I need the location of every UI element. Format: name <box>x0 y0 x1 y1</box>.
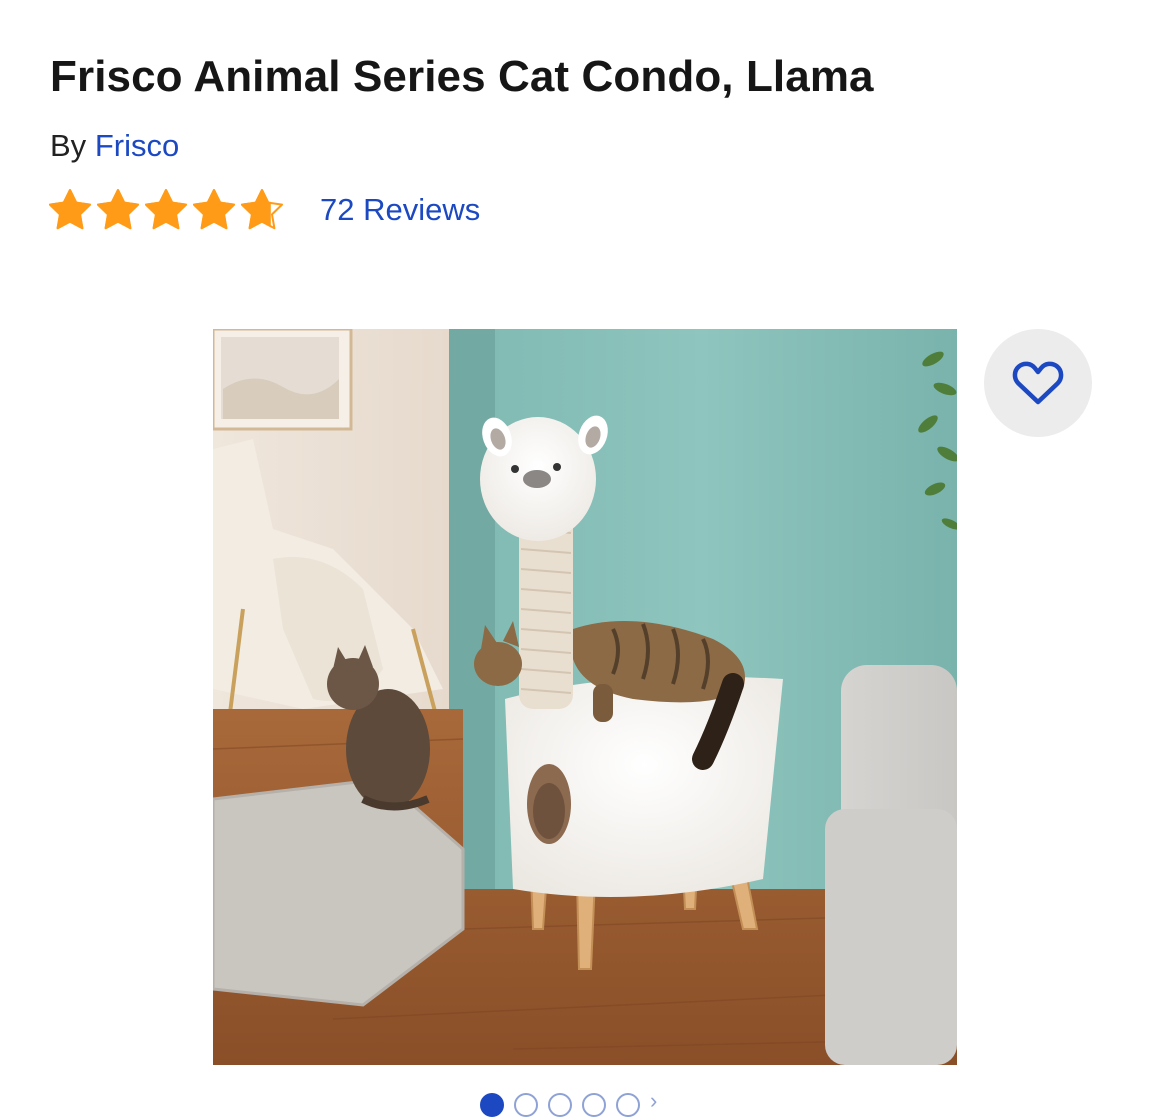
reviews-link[interactable]: 72 Reviews <box>320 192 480 228</box>
star-icon <box>192 188 236 232</box>
brand-link[interactable]: Frisco <box>95 128 179 163</box>
brand-byline: By Frisco <box>50 128 179 164</box>
gallery-dot[interactable] <box>616 1093 640 1117</box>
favorite-button[interactable] <box>984 329 1092 437</box>
product-photo <box>213 329 957 1065</box>
star-icon <box>144 188 188 232</box>
by-label: By <box>50 128 87 163</box>
gallery-dot[interactable] <box>480 1093 504 1117</box>
star-icon <box>48 188 92 232</box>
gallery-dot[interactable] <box>548 1093 572 1117</box>
star-icon <box>240 188 284 232</box>
rating-row: 72 Reviews <box>48 184 480 236</box>
gallery-pagination: › <box>480 1090 664 1117</box>
gallery-dot[interactable] <box>514 1093 538 1117</box>
rating-stars[interactable] <box>48 188 284 232</box>
chevron-right-icon[interactable]: › <box>650 1090 664 1117</box>
gallery-dot[interactable] <box>582 1093 606 1117</box>
star-icon <box>96 188 140 232</box>
heart-outline-icon <box>1012 361 1064 405</box>
product-title: Frisco Animal Series Cat Condo, Llama <box>50 52 874 101</box>
product-image[interactable] <box>213 329 957 1065</box>
